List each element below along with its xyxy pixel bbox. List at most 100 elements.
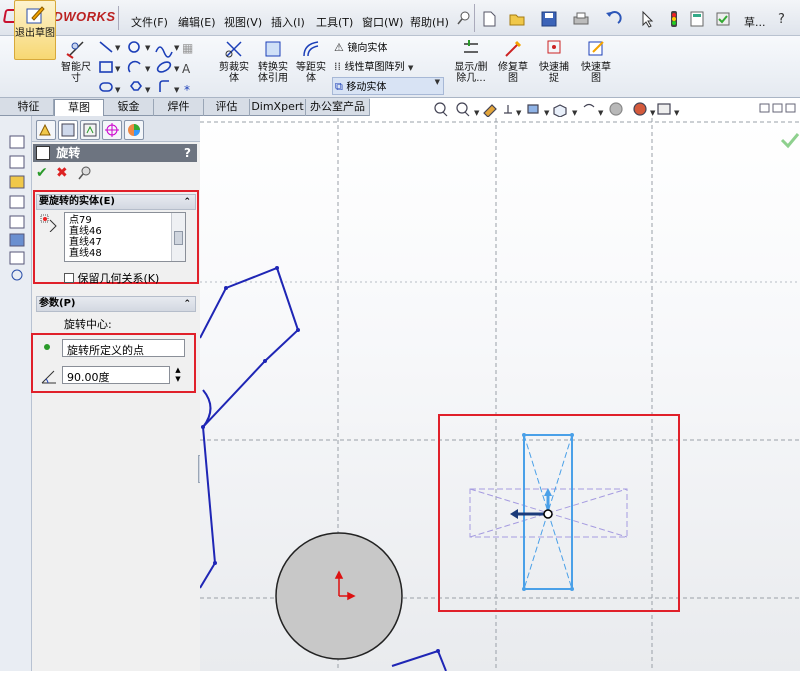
save-icon[interactable] [540,10,558,28]
svg-text:▼: ▼ [174,65,180,73]
list-item[interactable]: 点79 [69,215,185,226]
smart-dimension-icon [65,38,87,60]
block-icon [9,195,25,209]
svg-text:▼: ▼ [115,86,121,94]
configuration-manager-tab-icon[interactable] [80,120,100,140]
checkbox-box[interactable] [64,273,74,283]
trim-entities-button[interactable]: 剪裁实体 [216,38,252,96]
zoom-to-area-icon [456,102,468,114]
exit-sketch-button[interactable]: 退出草图 [14,0,56,60]
rapid-sketch-button[interactable]: 快速草图 [578,38,614,96]
property-manager-tab-icon[interactable] [58,120,78,140]
move-entities-button[interactable]: ⧉ 移动实体 ▼ [332,77,444,95]
tab-features[interactable]: 特征 [4,99,54,116]
view-settings-icon [657,103,671,115]
rectangle-tool-icon [99,61,113,73]
offset-icon [300,38,322,60]
entities-section-header[interactable]: 要旋转的实体(E) ⌃ [36,194,196,210]
svg-text:▼: ▼ [650,109,656,117]
collapse-icon[interactable]: ⌃ [183,297,191,311]
save-layer-icon [9,233,25,247]
undo-icon[interactable] [604,10,622,28]
menu-file[interactable]: 文件(F) [131,14,168,30]
rotation-highlight-box [438,414,680,612]
new-document-icon[interactable] [480,10,498,28]
tab-sheet-metal[interactable]: 钣金 [104,99,154,116]
menu-view[interactable]: 视图(V) [224,14,262,30]
display-delete-relations-button[interactable]: 显示/删除几... [450,38,492,96]
tab-weldments[interactable]: 焊件 [154,99,204,116]
sketch-canvas [199,118,800,672]
list-item[interactable]: 直线47 [69,237,185,248]
parameters-section-header[interactable]: 参数(P) ⌃ [36,296,196,312]
repair-icon [502,38,524,60]
tab-dimxpert[interactable]: DimXpert [250,99,306,116]
rotation-center-label: 旋转中心: [64,318,112,331]
open-folder-icon[interactable] [508,10,526,28]
svg-text:▦: ▦ [182,41,193,55]
svg-text:*: * [184,83,190,96]
help-icon[interactable]: ? [778,12,785,27]
cancel-x-icon[interactable]: ✖ [56,166,70,180]
list-item[interactable]: 直线48 [69,248,185,259]
display-manager-tab-icon[interactable] [124,120,144,140]
mirror-entities-button[interactable]: ⚠ 镜向实体 [334,39,444,55]
pin-icon[interactable] [457,11,471,25]
rebuild-icon[interactable] [665,10,683,28]
angle-field[interactable]: 90.00度 [62,366,170,384]
spin-up-icon: ▲ [175,366,181,374]
chevron-down-icon[interactable]: ▼ [408,64,413,72]
svg-text:▼: ▼ [145,86,151,94]
menu-window[interactable]: 窗口(W) [362,14,403,30]
convert-entities-button[interactable]: 转换实体引用 [254,38,292,96]
dimxpert-manager-tab-icon[interactable] [102,120,122,140]
hide-show-icon [583,103,595,108]
convert-icon [262,38,284,60]
mirror-icon: ⚠ [334,41,344,54]
section-view-icon [504,105,512,114]
chevron-down-icon[interactable]: ▼ [435,78,440,86]
angle-spinner[interactable]: ▲ ▼ [172,366,184,384]
linear-pattern-button[interactable]: ⁞⁞ 线性草图阵列 ▼ [334,58,444,74]
rotate-icon [36,146,50,160]
menu-tools[interactable]: 工具(T) [316,14,353,30]
svg-text:▼: ▼ [544,109,550,117]
tab-evaluate[interactable]: 评估 [204,99,250,116]
list-scrollbar[interactable] [171,213,185,261]
keep-relations-checkbox[interactable]: 保留几何关系(K) [64,270,194,285]
pushpin-icon[interactable] [78,166,92,180]
svg-text:▼: ▼ [145,65,151,73]
link-icon [11,269,23,281]
feature-manager-tab-icon[interactable] [36,120,56,140]
select-arrow-icon[interactable] [638,10,656,28]
quick-snaps-button[interactable]: 快速捕捉 [536,38,572,96]
menu-insert[interactable]: 插入(I) [271,14,305,30]
entities-icon [40,214,58,233]
print-icon[interactable] [572,10,590,28]
smart-dimension-button[interactable]: 智能尺寸 [58,38,94,96]
offset-entities-button[interactable]: 等距实体 [294,38,328,96]
window-controls[interactable] [758,102,798,116]
entities-list[interactable]: 点79 直线46 直线47 直线48 [64,212,186,262]
list-item[interactable]: 直线46 [69,226,185,237]
menu-edit[interactable]: 编辑(E) [178,14,216,30]
tab-office-products[interactable]: 办公室产品 [306,99,370,116]
collapse-icon[interactable]: ⌃ [183,195,191,209]
rotate-panel-header: 旋转 ? [33,144,197,162]
ellipse-tool-icon [156,61,172,73]
view-tools: ▼ ▼ ▼ ▼ ▼ ▼ ▼ [432,101,800,118]
svg-text:▼: ▼ [145,44,151,52]
svg-text:▼: ▼ [174,86,180,94]
rotation-center-field[interactable]: 旋转所定义的点 [62,339,185,357]
tab-sketch[interactable]: 草图 [54,99,104,116]
panel-help-icon[interactable]: ? [184,144,191,162]
repair-sketch-button[interactable]: 修复草图 [496,38,530,96]
circle-tool-icon [128,41,140,53]
file-properties-icon[interactable] [688,10,706,28]
svg-text:▼: ▼ [115,65,121,73]
menu-help[interactable]: 帮助(H) [410,14,449,30]
options-icon[interactable] [714,10,732,28]
graphics-area[interactable] [199,118,800,672]
polygon-tool-icon [130,81,142,91]
ok-check-icon[interactable]: ✔ [36,166,50,180]
